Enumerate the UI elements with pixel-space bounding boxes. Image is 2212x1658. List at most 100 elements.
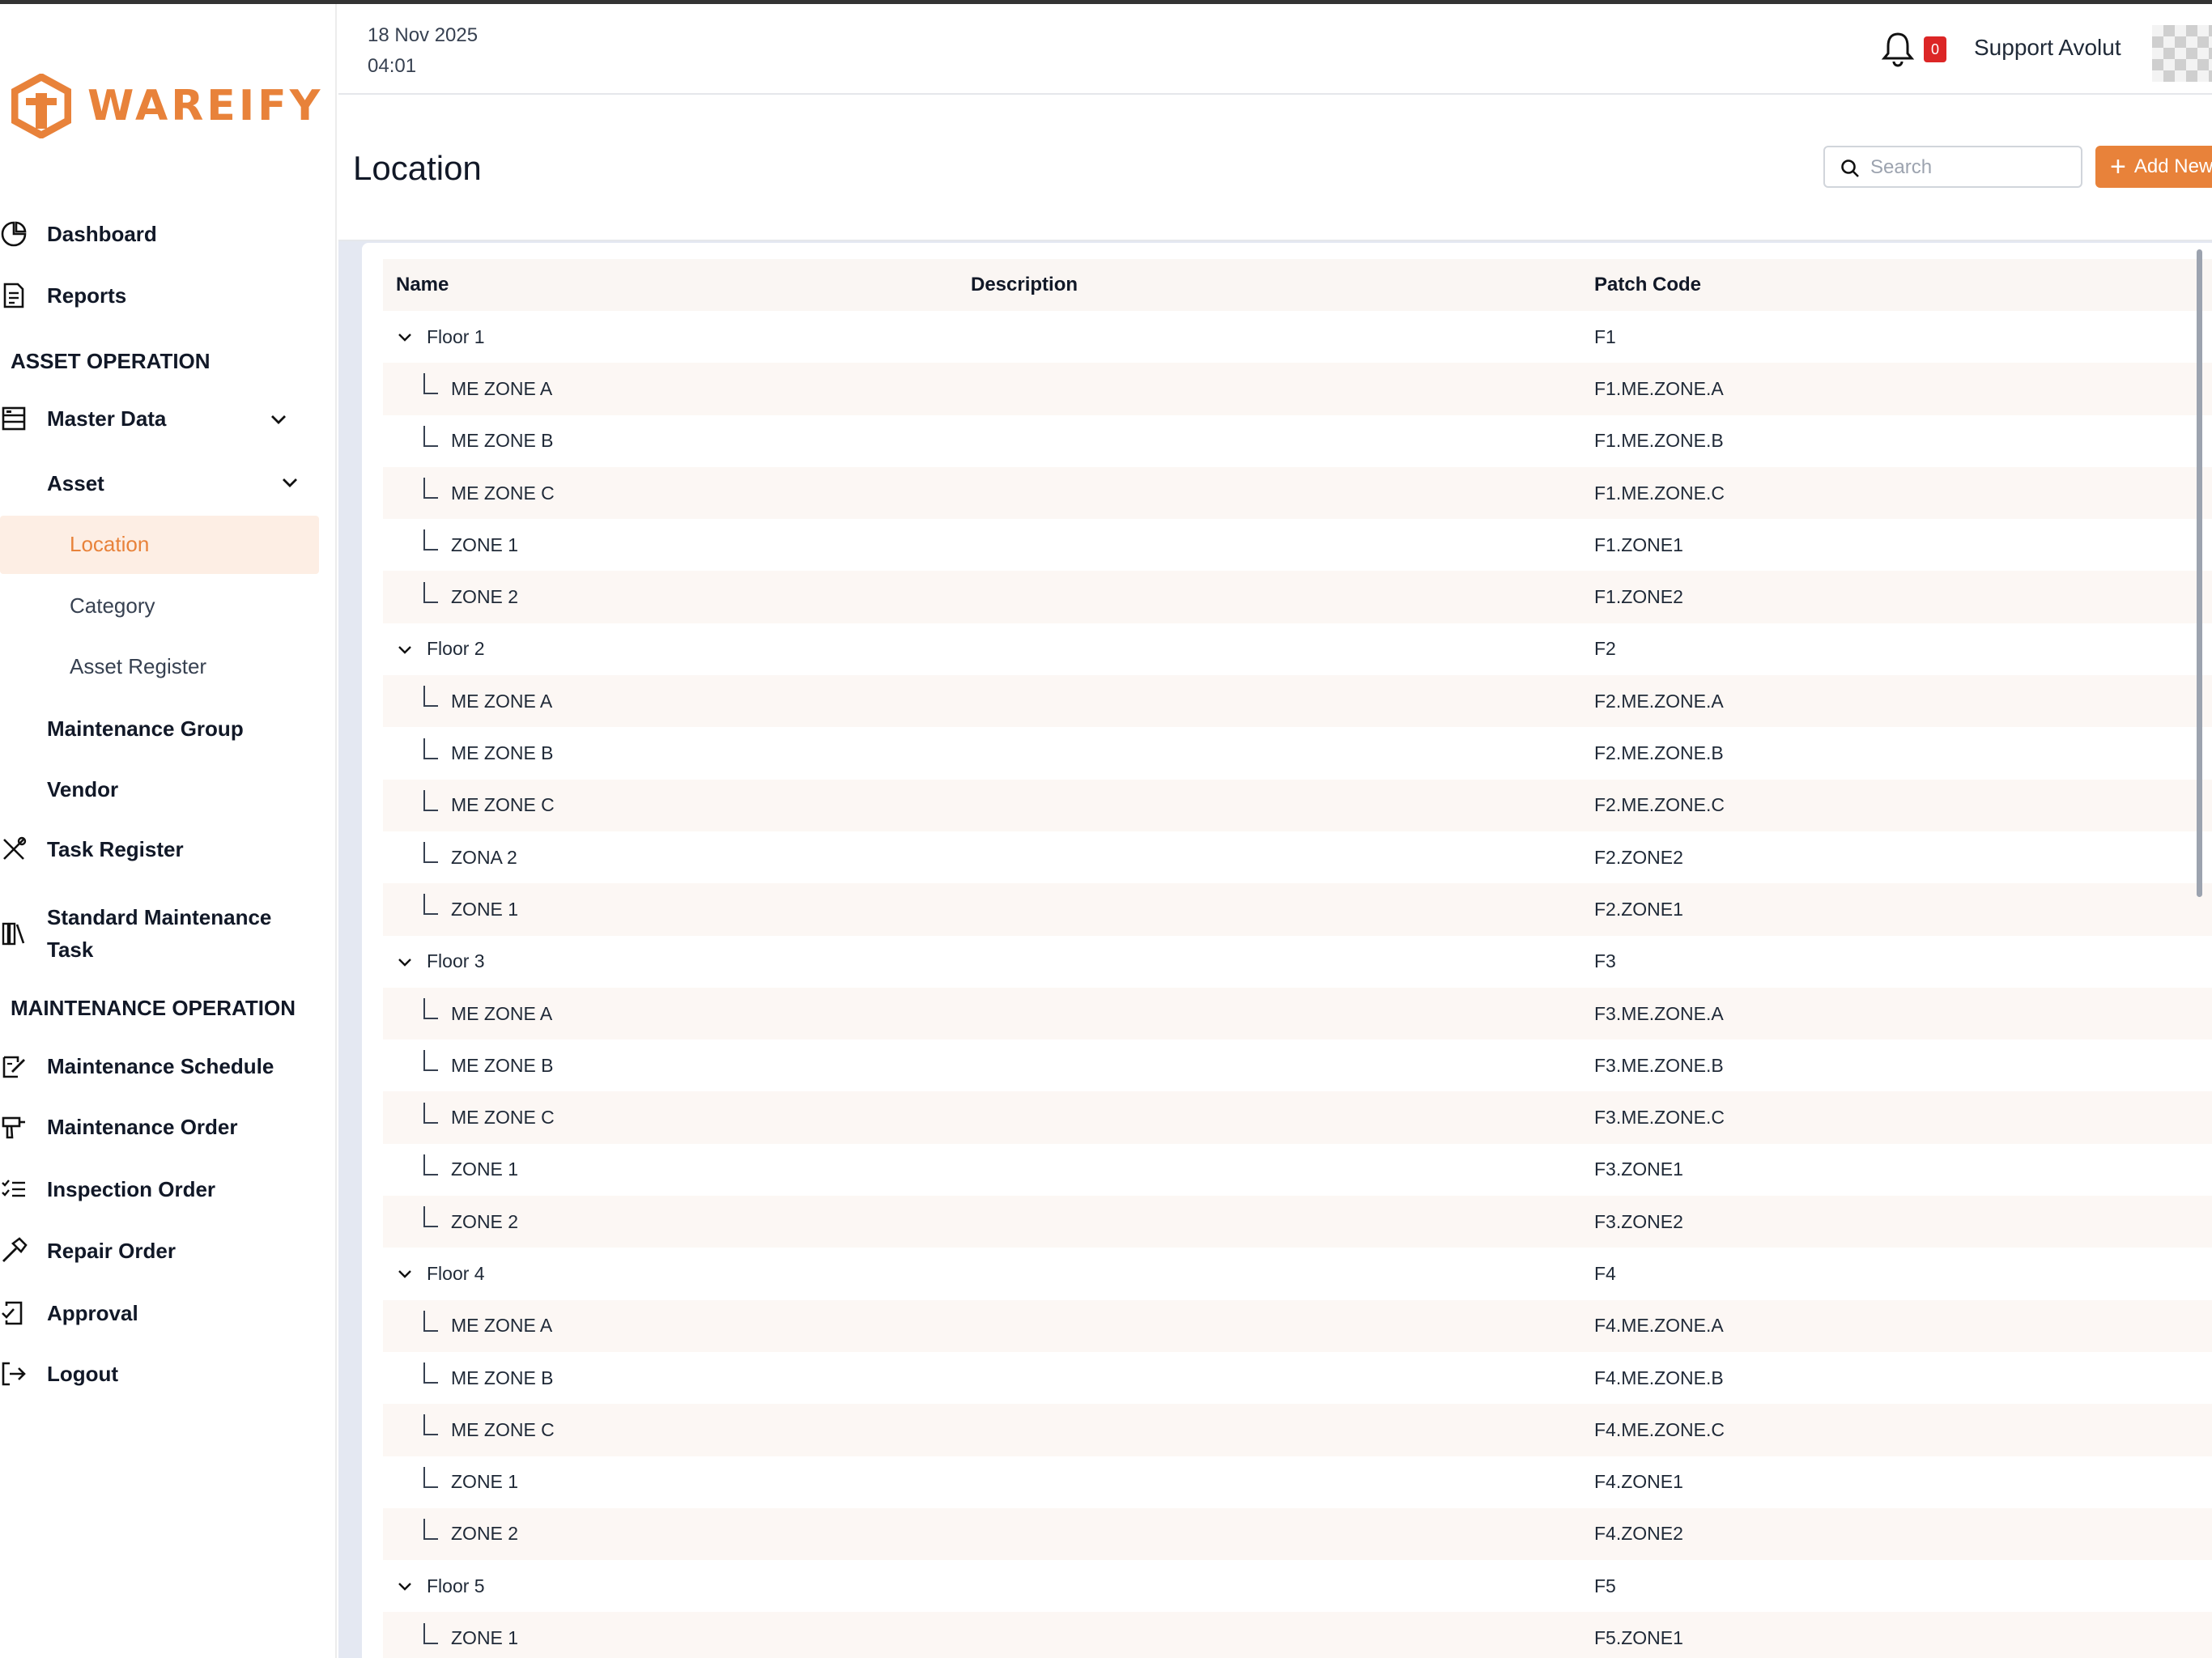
tree-child-row[interactable]: ME ZONE C F2.ME.ZONE.C: [383, 779, 2212, 831]
cell-description: [958, 779, 1581, 831]
sidebar-item-label: Maintenance Schedule: [47, 1053, 274, 1078]
tree-node: ME ZONE C: [396, 1102, 958, 1129]
tree-child-row[interactable]: ME ZONE B F2.ME.ZONE.B: [383, 727, 2212, 779]
tree-child-row[interactable]: ZONE 2 F3.ZONE2: [383, 1196, 2212, 1248]
column-header-name[interactable]: Name: [383, 259, 958, 311]
cell-name: ME ZONE A: [383, 363, 958, 415]
tree-node: ME ZONE B: [396, 1050, 958, 1077]
avatar[interactable]: [2152, 25, 2212, 82]
tree-parent-row[interactable]: Floor 1 F1: [383, 311, 2212, 363]
notification-bell-icon[interactable]: [1880, 30, 1916, 67]
chevron-down-icon[interactable]: [279, 471, 301, 494]
add-new-button[interactable]: + Add New: [2095, 146, 2212, 188]
cell-patch-code: F3.ZONE1: [1594, 1158, 1683, 1180]
tree-branch-connector: [423, 373, 438, 395]
brand-logo[interactable]: WAREIFY: [11, 74, 323, 138]
sidebar-item-category[interactable]: Category: [70, 593, 155, 619]
sidebar-item-asset-register[interactable]: Asset Register: [70, 654, 206, 679]
chevron-down-icon[interactable]: [267, 408, 290, 431]
tree-child-row[interactable]: ME ZONE B F4.ME.ZONE.B: [383, 1352, 2212, 1404]
sidebar-item-repair-order[interactable]: Repair Order: [0, 1237, 176, 1265]
tree-child-row[interactable]: ZONE 1 F1.ZONE1: [383, 519, 2212, 571]
cell-name: Floor 4: [383, 1248, 958, 1299]
tree-child-row[interactable]: ME ZONE C F1.ME.ZONE.C: [383, 466, 2212, 520]
current-time: 04:01: [368, 55, 417, 77]
tree-branch-connector: [423, 1050, 438, 1072]
tree-child-row[interactable]: ME ZONE B F3.ME.ZONE.B: [383, 1039, 2212, 1091]
drill-icon: [0, 1113, 28, 1141]
sidebar-item-reports[interactable]: Reports: [0, 282, 126, 309]
tree-child-row[interactable]: ME ZONE A F1.ME.ZONE.A: [383, 363, 2212, 415]
sidebar-item-logout[interactable]: Logout: [0, 1360, 118, 1388]
search-input[interactable]: [1870, 154, 2073, 181]
tree-child-row[interactable]: ME ZONE C F4.ME.ZONE.C: [383, 1404, 2212, 1456]
sidebar-item-approval[interactable]: Approval: [0, 1299, 138, 1327]
cell-patch-code: F2.ME.ZONE.B: [1594, 742, 1724, 764]
sidebar-item-maintenance-group[interactable]: Maintenance Group: [47, 716, 244, 742]
column-header-patch-code[interactable]: Patch Code: [1581, 259, 2212, 311]
sidebar-item-maintenance-order[interactable]: Maintenance Order: [0, 1113, 238, 1141]
tree-node: ZONE 1: [396, 894, 958, 920]
tree-child-row[interactable]: ME ZONE B F1.ME.ZONE.B: [383, 415, 2212, 467]
chevron-down-icon[interactable]: [396, 1577, 414, 1595]
tree-child-row[interactable]: ME ZONE A F4.ME.ZONE.A: [383, 1299, 2212, 1352]
location-name: ME ZONE C: [451, 794, 555, 816]
tree-node: ME ZONE C: [396, 1414, 958, 1441]
tree-child-row[interactable]: ME ZONE A F2.ME.ZONE.A: [383, 675, 2212, 728]
cell-patch-code: F4.ME.ZONE.C: [1581, 1404, 2212, 1456]
tree-parent-row[interactable]: Floor 3 F3: [383, 936, 2212, 988]
tree-child-row[interactable]: ZONE 1 F5.ZONE1: [383, 1612, 2212, 1658]
sidebar-item-master-data[interactable]: Master Data: [0, 405, 166, 432]
tree-node: ZONE 1: [396, 1154, 958, 1180]
sidebar-item-vendor[interactable]: Vendor: [47, 777, 118, 802]
cell-name: ME ZONE B: [383, 727, 958, 779]
cell-patch-code: F3.ZONE2: [1581, 1196, 2212, 1248]
tree-child-row[interactable]: ZONE 1 F3.ZONE1: [383, 1144, 2212, 1196]
approval-document-icon: [0, 1299, 28, 1327]
sidebar-item-maintenance-schedule[interactable]: Maintenance Schedule: [0, 1052, 274, 1080]
tree-child-row[interactable]: ZONE 2 F1.ZONE2: [383, 571, 2212, 623]
location-name: ME ZONE A: [451, 377, 553, 399]
sidebar-item-label: Inspection Order: [47, 1176, 216, 1201]
tree-child-row[interactable]: ZONE 1 F4.ZONE1: [383, 1456, 2212, 1508]
user-name[interactable]: Support Avolut: [1974, 35, 2121, 61]
table-header-row: Name Description Patch Code: [383, 259, 2212, 311]
tree-parent-row[interactable]: Floor 2 F2: [383, 623, 2212, 675]
tree-child-row[interactable]: ME ZONE C F3.ME.ZONE.C: [383, 1091, 2212, 1144]
chevron-down-icon[interactable]: [396, 1265, 414, 1282]
search-box[interactable]: [1823, 146, 2082, 188]
tree-node: Floor 4: [396, 1263, 958, 1285]
sidebar-item-label: Maintenance Order: [47, 1114, 238, 1139]
tree-child-row[interactable]: ZONE 1 F2.ZONE1: [383, 883, 2212, 936]
sidebar-item-standard-maintenance-task[interactable]: Standard Maintenance Task: [0, 901, 271, 966]
tree-parent-row[interactable]: Floor 4 F4: [383, 1248, 2212, 1299]
cell-name: ME ZONE A: [383, 987, 958, 1040]
sidebar-item-label: Repair Order: [47, 1238, 176, 1263]
sidebar-item-asset[interactable]: Asset: [47, 471, 104, 496]
tree-branch-connector: [423, 894, 438, 916]
chevron-down-icon[interactable]: [396, 328, 414, 346]
tree-child-row[interactable]: ZONE 2 F4.ZONE2: [383, 1507, 2212, 1561]
sidebar-item-location[interactable]: Location: [70, 532, 149, 557]
chevron-down-icon[interactable]: [396, 953, 414, 971]
sidebar-item-task-register[interactable]: Task Register: [0, 835, 184, 863]
tree-child-row[interactable]: ME ZONE A F3.ME.ZONE.A: [383, 987, 2212, 1040]
tree-branch-connector: [423, 998, 438, 1019]
cell-name: Floor 3: [383, 936, 958, 988]
cell-description: [958, 675, 1581, 728]
column-header-description[interactable]: Description: [958, 259, 1581, 311]
sidebar-item-inspection-order[interactable]: Inspection Order: [0, 1175, 215, 1203]
tree-node: ME ZONE B: [396, 425, 958, 452]
tree-parent-row[interactable]: Floor 5 F5: [383, 1560, 2212, 1612]
sidebar-item-dashboard[interactable]: Dashboard: [0, 220, 157, 248]
tree-node: ME ZONE C: [396, 789, 958, 816]
vertical-scrollbar[interactable]: [2197, 249, 2202, 897]
cell-description: [958, 1560, 1581, 1612]
tree-child-row[interactable]: ZONA 2 F2.ZONE2: [383, 831, 2212, 883]
cell-patch-code: F2.ZONE2: [1594, 846, 1683, 868]
tree-node: ZONE 2: [396, 1206, 958, 1233]
chevron-down-icon[interactable]: [396, 640, 414, 658]
cell-description: [958, 623, 1581, 675]
cell-name: ZONE 1: [383, 1612, 958, 1658]
cell-description: [958, 1091, 1581, 1144]
